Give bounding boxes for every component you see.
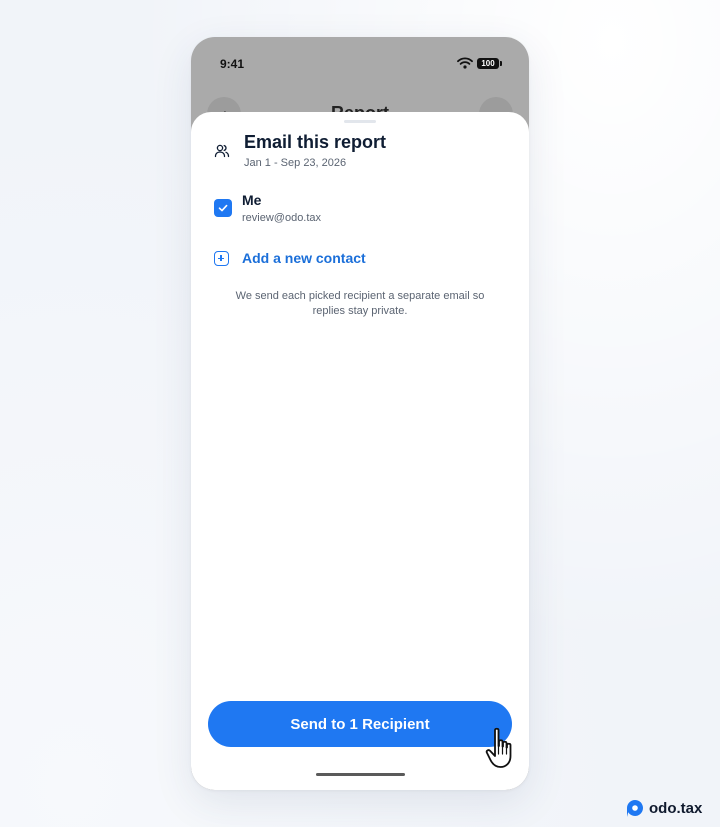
hand-cursor-icon <box>485 727 512 768</box>
privacy-note: We send each picked recipient a separate… <box>235 290 485 317</box>
status-bar: 9:41 100 <box>191 37 529 91</box>
send-button[interactable]: Send to 1 Recipient <box>208 701 512 747</box>
status-time: 9:41 <box>220 57 245 71</box>
add-contact-label: Add a new contact <box>242 250 366 266</box>
email-sheet: Email this report Jan 1 - Sep 23, 2026 M… <box>191 112 529 790</box>
contact-email: review@odo.tax <box>242 212 322 224</box>
people-icon <box>214 144 230 158</box>
contact-row-me[interactable]: Me review@odo.tax <box>211 188 511 228</box>
add-contact-link[interactable]: Add a new contact <box>213 249 413 271</box>
sheet-grabber[interactable] <box>344 120 376 123</box>
contact-checkbox[interactable] <box>214 199 232 217</box>
odo-logo-icon <box>627 800 644 817</box>
sheet-title: Email this report <box>244 132 387 152</box>
battery-icon: 100 <box>477 58 502 69</box>
brand-name: odo.tax <box>649 800 703 817</box>
contact-name: Me <box>242 192 262 208</box>
wifi-icon <box>457 57 473 69</box>
date-range: Jan 1 - Sep 23, 2026 <box>244 157 347 169</box>
home-indicator <box>316 773 405 776</box>
plus-square-icon <box>214 251 229 266</box>
phone-frame: 9:41 100 ‹ Report Email this report Jan … <box>191 37 529 790</box>
checkmark-icon <box>218 204 228 212</box>
